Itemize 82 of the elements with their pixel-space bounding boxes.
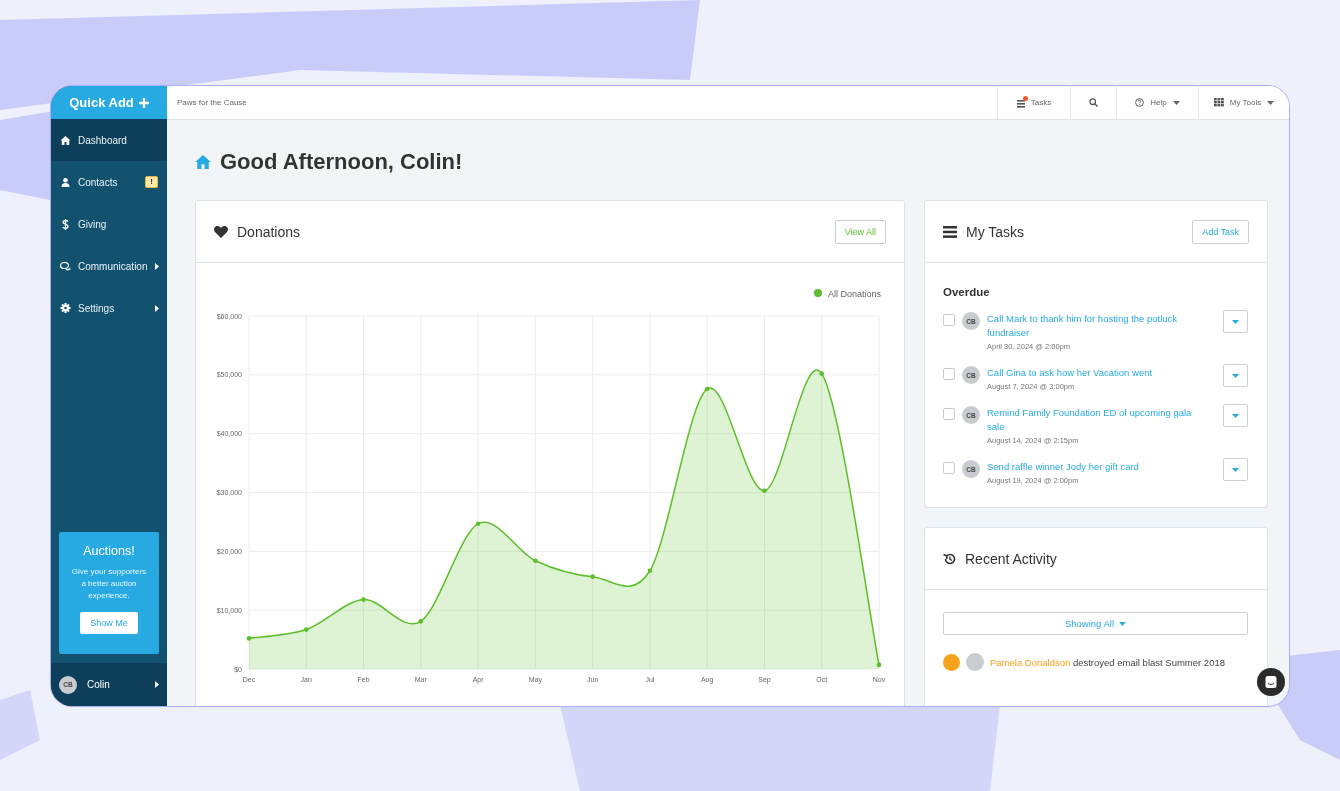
- alert-badge: !: [145, 176, 158, 188]
- sidebar-label: Settings: [78, 302, 116, 314]
- data-point: [819, 371, 825, 376]
- data-point: [533, 558, 538, 564]
- data-point: [361, 597, 366, 602]
- caret-icon: [155, 304, 159, 312]
- data-point: [876, 662, 882, 668]
- home-icon: [195, 155, 211, 169]
- dollar-icon: [60, 218, 71, 230]
- add-task-button[interactable]: Add Task: [1192, 219, 1249, 244]
- card-title: Recent Activity: [965, 550, 1058, 567]
- task-list-icon: [943, 225, 957, 238]
- show-me-button[interactable]: Show Me: [80, 612, 138, 634]
- card-title: Donations: [237, 223, 302, 240]
- task-link[interactable]: Call Gina to ask how her Vacation went: [987, 366, 1194, 380]
- data-point: [762, 488, 767, 494]
- caret-icon: [155, 681, 159, 688]
- caret-icon: [1267, 100, 1275, 105]
- notification-dot: [1022, 95, 1028, 101]
- settings-icon: [60, 303, 71, 313]
- legend-label: All Donations: [828, 288, 882, 299]
- user-icon: [60, 177, 71, 187]
- organization-name: Paws for the Cause: [176, 98, 248, 107]
- sidebar-item[interactable]: Contacts !: [51, 161, 167, 203]
- section-heading: Overdue: [943, 286, 991, 298]
- caret-icon: [1232, 413, 1239, 418]
- caret-icon: [155, 262, 159, 270]
- sidebar-label: Communication: [78, 260, 148, 272]
- sidebar-label: Contacts: [78, 176, 119, 188]
- history-icon: [943, 552, 956, 565]
- data-point: [246, 636, 252, 641]
- task-checkbox[interactable]: [943, 314, 955, 326]
- search-icon: [1089, 98, 1098, 107]
- caret-icon: [1232, 467, 1239, 472]
- card-title: My Tasks: [966, 223, 1026, 240]
- task-menu-button[interactable]: [1223, 310, 1248, 333]
- caret-icon: [1172, 100, 1180, 105]
- data-point: [475, 521, 481, 526]
- nav-menu-button[interactable]: My Tools: [1198, 86, 1289, 119]
- chat-icon[interactable]: [1257, 668, 1285, 696]
- contact-link[interactable]: Pamela Donaldson: [990, 656, 1071, 668]
- caret-icon: [1119, 621, 1127, 626]
- data-point: [704, 386, 710, 392]
- help-icon: [1135, 98, 1145, 107]
- sidebar-item[interactable]: Settings: [51, 287, 167, 329]
- sidebar-item[interactable]: Communication: [51, 245, 167, 287]
- task-link[interactable]: Call Mark to thank him for hosting the potluck fundraiser: [987, 312, 1194, 340]
- view-all-button[interactable]: View All: [834, 219, 886, 244]
- brush-stroke: [0, 690, 40, 760]
- task-menu-button[interactable]: [1223, 404, 1248, 427]
- user-name: Colin: [87, 679, 111, 690]
- sidebar-label: Dashboard: [78, 134, 128, 146]
- promo-title: Auctions!: [83, 544, 135, 558]
- task-menu-button[interactable]: [1223, 458, 1248, 481]
- filter-dropdown[interactable]: Showing All: [943, 612, 1248, 635]
- task-checkbox[interactable]: [943, 368, 955, 380]
- avatar: [966, 653, 984, 671]
- data-point: [303, 627, 309, 632]
- task-list-icon: [1016, 97, 1025, 108]
- grid-icon: [1213, 98, 1224, 107]
- task-menu-button[interactable]: [1223, 364, 1248, 387]
- greeting-heading: Good Afternoon, Colin!: [220, 149, 463, 175]
- activity-text: Pamela Donaldson destroyed email blast Summer 2018: [990, 656, 1225, 668]
- task-checkbox[interactable]: [943, 462, 955, 474]
- promo-text: Give your supporters a better auction experience.: [70, 566, 148, 602]
- caret-icon: [1232, 373, 1239, 378]
- plus-icon: [138, 97, 149, 108]
- sidebar-item[interactable]: Giving: [51, 203, 167, 245]
- task-checkbox[interactable]: [943, 408, 955, 420]
- sidebar-label: Giving: [78, 218, 108, 230]
- task-link[interactable]: Send raffle winner Jody her gift card: [987, 460, 1194, 474]
- avatar: [943, 653, 960, 671]
- chat-icon: [60, 261, 71, 271]
- data-point: [418, 619, 424, 624]
- quick-add-button[interactable]: Quick Add: [51, 86, 167, 119]
- home-icon: [60, 135, 71, 145]
- sidebar-item[interactable]: Dashboard: [51, 119, 167, 161]
- task-link[interactable]: Remind Family Foundation ED of upcoming gala sale: [987, 406, 1194, 434]
- caret-icon: [1232, 319, 1239, 324]
- heart-icon: [214, 225, 228, 238]
- data-point: [590, 574, 595, 579]
- data-point: [647, 568, 653, 574]
